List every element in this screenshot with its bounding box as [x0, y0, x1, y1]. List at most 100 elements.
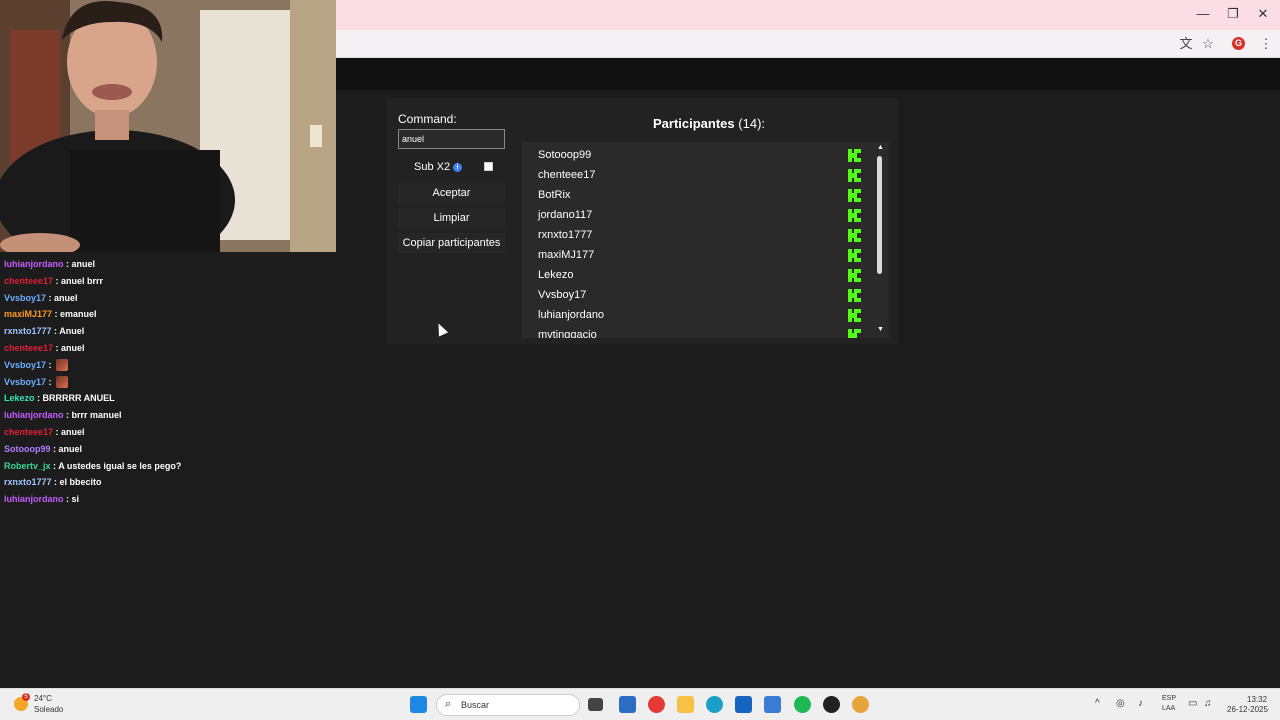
chat-text: si: [71, 494, 80, 505]
chat-text: anuel: [54, 292, 78, 303]
file-explorer-icon[interactable]: [677, 696, 694, 713]
participant-name: Vvsboy17: [538, 289, 587, 301]
microphone-icon[interactable]: ♪: [1138, 698, 1143, 709]
kick-logo-icon: [848, 169, 861, 182]
chat-text: emanuel: [60, 309, 97, 320]
restore-button[interactable]: ❐: [1218, 4, 1248, 24]
taskbar-search[interactable]: ⌕ Buscar: [436, 694, 580, 716]
kick-logo-icon: [848, 289, 861, 302]
task-view-icon[interactable]: [588, 698, 603, 711]
participant-name: Sotooop99: [538, 149, 592, 161]
scroll-down-arrow-icon[interactable]: ▼: [877, 326, 884, 333]
copilot-icon[interactable]: [619, 696, 636, 713]
kick-logo-icon: [848, 309, 861, 322]
command-input[interactable]: [398, 129, 505, 149]
chat-username[interactable]: Sotooop99: [4, 444, 51, 454]
profile-avatar[interactable]: G: [1232, 37, 1245, 50]
translate-icon[interactable]: ⽂: [1177, 35, 1195, 53]
spotify-icon[interactable]: [794, 696, 811, 713]
kick-logo-icon: [848, 329, 861, 338]
chat-username[interactable]: Vvsboy17: [4, 293, 46, 303]
scrollbar[interactable]: ▲ ▼: [875, 144, 885, 336]
search-placeholder: Buscar: [461, 700, 490, 710]
participant-name: jordano117: [538, 209, 593, 221]
kick-logo-icon: [848, 249, 861, 262]
network-icon[interactable]: ▭: [1188, 698, 1197, 709]
weather-temperature[interactable]: 24°C: [34, 694, 52, 703]
chat-username[interactable]: maxiMJ177: [4, 309, 52, 319]
chat-text: BRRRRR ANUEL: [42, 393, 115, 404]
chat-message: maxiMJ177 : emanuel: [4, 309, 97, 320]
chat-username[interactable]: Vvsboy17: [4, 360, 46, 370]
chat-message: Vvsboy17 :: [0, 374, 340, 391]
weather-description[interactable]: Soleado: [34, 705, 63, 714]
tray-chevron-icon[interactable]: ^: [1095, 698, 1100, 709]
chat-username[interactable]: Lekezo: [4, 393, 35, 403]
kick-logo-icon: [848, 229, 861, 242]
copy-participants-button[interactable]: Copiar participantes: [398, 233, 505, 253]
chat-emote-icon: [56, 359, 69, 372]
kick-logo-icon: [848, 149, 861, 162]
chat-message: chenteee17 : anuel: [4, 426, 85, 437]
menu-kebab-icon[interactable]: ⋮: [1257, 35, 1275, 53]
tray-app-icon[interactable]: ◎: [1116, 698, 1125, 709]
participant-name: maxiMJ177: [538, 249, 595, 261]
search-icon: ⌕: [445, 698, 452, 710]
chat-text: anuel: [61, 342, 85, 353]
chat-username[interactable]: luhianjordano: [4, 259, 64, 269]
screen: — ❐ ✕ ⽂ ☆ G ⋮ luhianjordano : anuel chent…: [0, 0, 1280, 720]
browser-address-bar[interactable]: ⽂ ☆ G ⋮: [336, 30, 1280, 58]
chat-text: anuel: [61, 426, 85, 437]
participant-name: Lekezo: [538, 269, 574, 281]
bookmark-star-icon[interactable]: ☆: [1199, 35, 1217, 53]
chat-text: A ustedes igual se les pego?: [58, 460, 182, 471]
app-icon[interactable]: [764, 696, 781, 713]
chrome-icon[interactable]: [648, 696, 665, 713]
chat-username[interactable]: chenteee17: [4, 343, 53, 353]
store-icon[interactable]: [735, 696, 752, 713]
chat-username[interactable]: Vvsboy17: [4, 377, 46, 387]
browser-titlebar: — ❐ ✕: [336, 0, 1280, 30]
chat-text: el bbecito: [59, 477, 102, 488]
chat-text: anuel brrr: [61, 275, 104, 286]
edge-icon[interactable]: [706, 696, 723, 713]
chat-username[interactable]: rxnxto1777: [4, 477, 52, 487]
start-windows-icon[interactable]: [410, 696, 427, 713]
keyboard-layout[interactable]: LAA: [1162, 705, 1175, 712]
raffle-panel: Command: Sub X2 i Aceptar Limpiar Copiar…: [386, 98, 898, 344]
chat-message: chenteee17 : anuel: [4, 342, 85, 353]
chat-text: anuel: [71, 259, 96, 269]
participants-list[interactable]: ▲ ▼ Sotooop99 chenteee17 BotRix jordano117 r…: [522, 142, 889, 338]
language-code[interactable]: ESP: [1162, 695, 1176, 702]
chat-username[interactable]: Robertv_jx: [4, 461, 51, 471]
participants-count: (14):: [738, 116, 766, 131]
taskbar: 5 24°C Soleado ⌕ Buscar ^ ◎ ♪ ESP LAA ▭ …: [0, 688, 1280, 720]
volume-icon[interactable]: ♫: [1204, 698, 1212, 709]
chat-username[interactable]: chenteee17: [4, 276, 53, 286]
kick-logo-icon: [848, 269, 861, 282]
scrollbar-thumb[interactable]: [877, 156, 882, 274]
participant-name: rxnxto1777: [538, 229, 593, 241]
clock-date[interactable]: 26-12-2025: [1227, 705, 1268, 714]
chat-message: luhianjordano : si: [4, 494, 80, 505]
chat-username[interactable]: luhianjordano: [4, 494, 64, 504]
chat-text: anuel: [58, 443, 83, 454]
clock-time[interactable]: 13:32: [1247, 695, 1267, 704]
chat-username[interactable]: chenteee17: [4, 427, 53, 437]
accept-button[interactable]: Aceptar: [398, 183, 505, 203]
obs-icon[interactable]: [823, 696, 840, 713]
chrome-profile-icon[interactable]: [852, 696, 869, 713]
chat-username[interactable]: luhianjordano: [4, 410, 64, 420]
close-button[interactable]: ✕: [1248, 4, 1278, 24]
page-header-bar: [336, 58, 1280, 90]
info-icon[interactable]: i: [453, 163, 462, 172]
participants-title: Participantes (14):: [653, 116, 765, 131]
scroll-up-arrow-icon[interactable]: ▲: [877, 144, 884, 151]
chat-username[interactable]: rxnxto1777: [4, 326, 52, 336]
clear-button[interactable]: Limpiar: [398, 208, 505, 228]
chat-message: Vvsboy17 :: [0, 357, 340, 374]
chat-message: luhianjordano : anuel: [4, 259, 96, 269]
sub-x2-checkbox[interactable]: [484, 162, 493, 171]
minimize-button[interactable]: —: [1188, 4, 1218, 24]
chat-message: chenteee17 : anuel brrr: [4, 275, 104, 286]
